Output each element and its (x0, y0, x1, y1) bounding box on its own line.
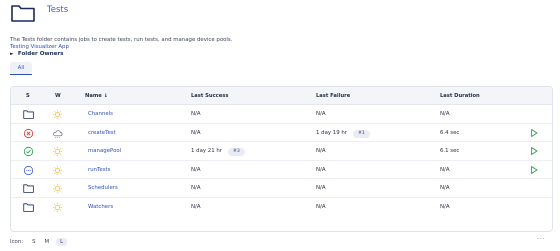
table-header: S W Name ↓ Last Success Last Failure Las… (11, 87, 552, 105)
last-success-value: N/A (191, 166, 201, 173)
sunny-weather-icon (53, 110, 62, 119)
last-duration-cell: N/A (440, 166, 450, 173)
last-failure-cell: N/A (316, 111, 326, 117)
job-name-link[interactable]: managePool (88, 148, 121, 154)
not-built-status-icon (23, 165, 34, 175)
table-row: Schedulers N/A N/A N/A (11, 179, 552, 198)
column-name[interactable]: Name ↓ (85, 93, 108, 99)
testing-visualizer-link[interactable]: Testing Visualizer App (10, 44, 69, 50)
last-duration-cell: N/A (440, 204, 450, 210)
column-status[interactable]: S (26, 93, 30, 99)
job-name-link[interactable]: Schedulers (88, 185, 118, 191)
last-failure-value: N/A (316, 185, 326, 192)
icon-size-label: Icon: (10, 239, 24, 245)
last-failure-value: N/A (316, 148, 326, 155)
sunny-weather-icon (53, 165, 62, 175)
last-success-cell: N/A (191, 185, 201, 191)
last-failure-cell: N/A (316, 148, 326, 154)
folder-icon (23, 203, 34, 212)
last-duration-cell: N/A (440, 185, 450, 192)
job-name-link[interactable]: runTests (88, 167, 110, 173)
table-row: managePool 1 day 21 hr #3 N/A 6.1 sec (11, 142, 552, 161)
last-failure-cell: N/A (316, 204, 326, 210)
build-number-badge[interactable]: #3 (227, 148, 245, 157)
folder-owners-toggle[interactable]: ► Folder Owners (10, 51, 64, 57)
icon-size-s[interactable]: S (32, 239, 35, 245)
last-success-value: 1 day 21 hr (191, 148, 222, 155)
job-name-link[interactable]: Watchers (88, 204, 113, 210)
page-header: Tests (10, 3, 68, 23)
page-title: Tests (47, 5, 69, 15)
last-duration-cell: N/A (440, 111, 450, 117)
last-success-value: N/A (191, 204, 201, 210)
icon-size-l[interactable]: L (56, 238, 68, 246)
job-name-link[interactable]: createTest (88, 130, 116, 136)
last-failure-value: N/A (316, 166, 326, 173)
sunny-weather-icon (53, 184, 62, 194)
folder-icon (23, 110, 34, 119)
last-failure-value: N/A (316, 111, 326, 117)
last-failure-value: 1 day 19 hr (316, 129, 347, 136)
last-success-cell: N/A (191, 111, 201, 117)
folder-owners-label: Folder Owners (17, 51, 64, 57)
tab-active-indicator (10, 74, 32, 75)
last-failure-value: N/A (316, 204, 326, 210)
table-row: Channels N/A N/A N/A (11, 105, 552, 124)
icon-size-m[interactable]: M (45, 239, 50, 245)
last-success-cell: 1 day 21 hr #3 (191, 148, 245, 157)
table-row: createTest N/A 1 day 19 hr #1 6.4 sec (11, 124, 552, 143)
build-number-badge[interactable]: #1 (352, 129, 370, 138)
folder-icon (11, 5, 35, 22)
column-weather[interactable]: W (55, 93, 61, 99)
last-duration-cell: 6.1 sec (440, 148, 460, 155)
table-row: runTests N/A N/A N/A (11, 161, 552, 180)
column-last-duration[interactable]: Last Duration (440, 93, 480, 99)
last-success-value: N/A (191, 111, 201, 117)
cloudy-weather-icon (53, 129, 63, 138)
jobs-table: S W Name ↓ Last Success Last Failure Las… (10, 86, 553, 232)
last-success-value: N/A (191, 185, 201, 192)
more-options-icon[interactable]: ··· (537, 235, 545, 243)
column-last-failure[interactable]: Last Failure (316, 93, 350, 99)
folder-icon (23, 184, 34, 194)
run-build-icon[interactable] (529, 146, 539, 156)
column-last-success[interactable]: Last Success (191, 93, 228, 99)
last-duration-cell: 6.4 sec (440, 129, 460, 136)
run-build-icon[interactable] (529, 165, 539, 175)
success-status-icon (23, 147, 34, 157)
last-success-cell: N/A (191, 130, 201, 136)
sunny-weather-icon (53, 203, 62, 212)
expand-arrow-icon: ► (10, 51, 14, 57)
run-build-icon[interactable] (529, 128, 539, 138)
last-failure-cell: 1 day 19 hr #1 (316, 129, 370, 138)
failed-status-icon (23, 128, 34, 138)
job-name-link[interactable]: Channels (88, 111, 113, 117)
icon-size-selector: Icon: S M L (10, 238, 68, 246)
folder-description: The Tests folder contains jobs to create… (10, 37, 233, 43)
last-success-cell: N/A (191, 204, 201, 210)
last-success-cell: N/A (191, 167, 201, 173)
sunny-weather-icon (53, 147, 62, 157)
tab-all[interactable]: All (10, 62, 32, 74)
last-failure-cell: N/A (316, 167, 326, 173)
table-row: Watchers N/A N/A N/A (11, 198, 552, 217)
last-success-value: N/A (191, 129, 201, 136)
last-failure-cell: N/A (316, 185, 326, 191)
